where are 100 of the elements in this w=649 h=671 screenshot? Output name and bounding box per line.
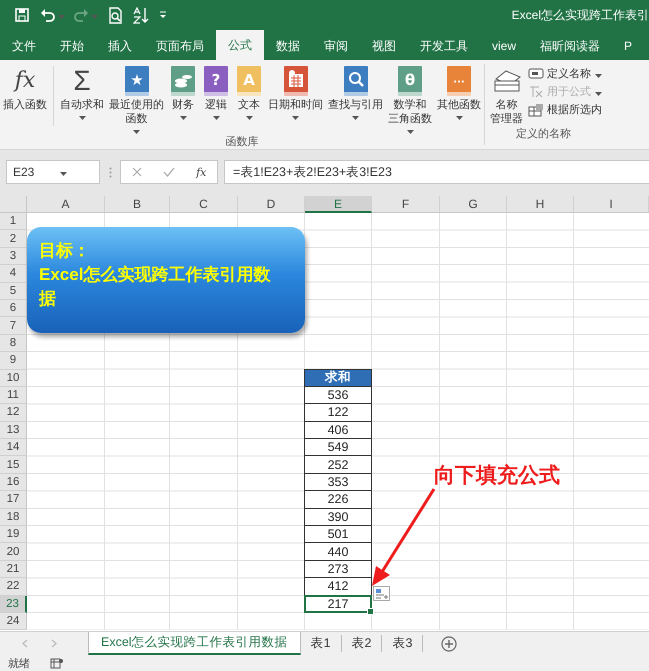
name-manager-button[interactable]: 名称 管理器: [489, 64, 524, 126]
caret-icon: [60, 172, 68, 176]
table-cell: 440: [304, 542, 372, 561]
ribbon-button[interactable]: 查找与引用: [327, 64, 384, 134]
ribbon-button[interactable]: ··· 其他函数: [436, 64, 482, 134]
book-icon: ★: [122, 65, 150, 97]
table-cell: 252: [304, 455, 372, 474]
row-header[interactable]: 13: [0, 422, 27, 440]
column-header[interactable]: A: [27, 196, 105, 213]
ribbon-button[interactable]: ★ 最近使用的 函数: [108, 64, 165, 134]
sheet-tab[interactable]: 表2: [342, 635, 382, 652]
name-box[interactable]: E23: [6, 160, 100, 184]
row-header[interactable]: 19: [0, 526, 27, 544]
ribbon-tab[interactable]: view: [480, 32, 528, 60]
ribbon-tab[interactable]: 公式: [216, 30, 264, 60]
book-icon: θ: [396, 65, 424, 97]
row-header[interactable]: 11: [0, 386, 27, 404]
table-cell: 549: [304, 438, 372, 456]
column-header[interactable]: E: [305, 196, 372, 213]
row-header[interactable]: 12: [0, 404, 27, 422]
column-header[interactable]: F: [372, 196, 440, 213]
ribbon-button[interactable]: fx 插入函数: [2, 64, 48, 134]
save-icon[interactable]: [14, 7, 30, 23]
row-header[interactable]: 10: [0, 370, 27, 387]
paste-options-icon[interactable]: [373, 586, 390, 601]
row-header[interactable]: 16: [0, 474, 27, 492]
column-header[interactable]: H: [507, 196, 574, 213]
insert-function-button[interactable]: fx: [196, 166, 206, 178]
ribbon-tab[interactable]: P: [612, 32, 644, 60]
sum-icon: Σ: [73, 65, 91, 97]
callout-title: 目标：: [39, 240, 91, 262]
undo-icon[interactable]: [40, 8, 56, 22]
row-header[interactable]: 24: [0, 612, 27, 630]
row-header[interactable]: 21: [0, 560, 27, 578]
table-header-cell: 求和: [304, 368, 372, 387]
sheet-tab[interactable]: Excel怎么实现跨工作表引用数据: [88, 632, 301, 655]
annotation-text: 向下填充公式: [434, 464, 560, 488]
row-header[interactable]: 6: [0, 300, 27, 318]
ribbon-button[interactable]: Σ 自动求和: [59, 64, 105, 134]
row-header[interactable]: 22: [0, 578, 27, 596]
define-name-item[interactable]: 根据所选内: [528, 102, 602, 117]
column-header[interactable]: I: [574, 196, 649, 213]
sort-icon[interactable]: [133, 6, 149, 24]
ribbon-tab[interactable]: 插入: [96, 32, 144, 60]
row-header[interactable]: 7: [0, 317, 27, 335]
row-header[interactable]: 18: [0, 508, 27, 526]
formula-icon: [528, 85, 544, 98]
column-header[interactable]: C: [170, 196, 238, 213]
ribbon-tab[interactable]: 数据: [264, 32, 312, 60]
print-preview-icon[interactable]: [108, 6, 123, 24]
table-cell: 501: [304, 525, 372, 544]
row-header[interactable]: 5: [0, 282, 27, 300]
group-label: 函数库: [224, 134, 260, 149]
ribbon-button[interactable]: θ 数学和 三角函数: [387, 64, 433, 134]
ribbon-tab[interactable]: 开发工具: [408, 32, 480, 60]
ribbon-button[interactable]: ? 逻辑: [201, 64, 231, 134]
undo-caret-icon: [58, 15, 65, 19]
column-header[interactable]: B: [105, 196, 170, 213]
ribbon-tab[interactable]: 视图: [360, 32, 408, 60]
table-cell: 122: [304, 403, 372, 422]
book-icon: ···: [445, 65, 473, 97]
ribbon-button[interactable]: A 文本: [234, 64, 264, 134]
table-cell: 412: [304, 577, 372, 596]
row-header[interactable]: 20: [0, 543, 27, 561]
row-header[interactable]: 17: [0, 491, 27, 509]
ribbon-button[interactable]: 财务: [168, 64, 198, 134]
status-text: 就绪: [8, 656, 30, 670]
check-icon[interactable]: [162, 167, 175, 177]
redo-caret-icon: [91, 15, 98, 19]
ribbon-button[interactable]: 日期和时间: [267, 64, 324, 134]
book-icon: A: [235, 65, 263, 97]
column-header[interactable]: G: [440, 196, 507, 213]
row-header[interactable]: 14: [0, 439, 27, 456]
ribbon-tab[interactable]: 页面布局: [144, 32, 216, 60]
add-sheet-icon[interactable]: [441, 636, 458, 652]
grip-icon: [108, 166, 112, 178]
row-header[interactable]: 8: [0, 334, 27, 352]
table-icon: [528, 102, 544, 116]
formula-field[interactable]: =表1!E23+表2!E23+表3!E23: [224, 160, 649, 184]
ribbon-tab[interactable]: 文件: [0, 32, 48, 60]
row-header[interactable]: 2: [0, 230, 27, 248]
row-header[interactable]: 23: [0, 596, 27, 613]
macro-record-icon[interactable]: [50, 658, 64, 668]
row-header[interactable]: 3: [0, 248, 27, 266]
ribbon-tab[interactable]: 审阅: [312, 32, 360, 60]
table-cell: 226: [304, 490, 372, 509]
sheet-tab[interactable]: 表3: [382, 635, 424, 652]
ribbon-tab[interactable]: 开始: [48, 32, 96, 60]
sheet-tab[interactable]: 表1: [300, 635, 342, 652]
book-icon: ?: [202, 65, 230, 97]
column-header[interactable]: D: [238, 196, 305, 213]
function-icon: fx: [12, 66, 38, 96]
row-header[interactable]: 9: [0, 352, 27, 370]
row-header[interactable]: 1: [0, 213, 27, 230]
customize-toolbar-icon[interactable]: [159, 11, 167, 19]
row-header[interactable]: 15: [0, 456, 27, 474]
row-header[interactable]: 4: [0, 265, 27, 283]
ribbon-tab[interactable]: 福昕阅读器: [528, 32, 612, 60]
define-name-item[interactable]: 定义名称: [528, 66, 602, 81]
window-title: Excel怎么实现跨工作表引: [512, 6, 649, 24]
